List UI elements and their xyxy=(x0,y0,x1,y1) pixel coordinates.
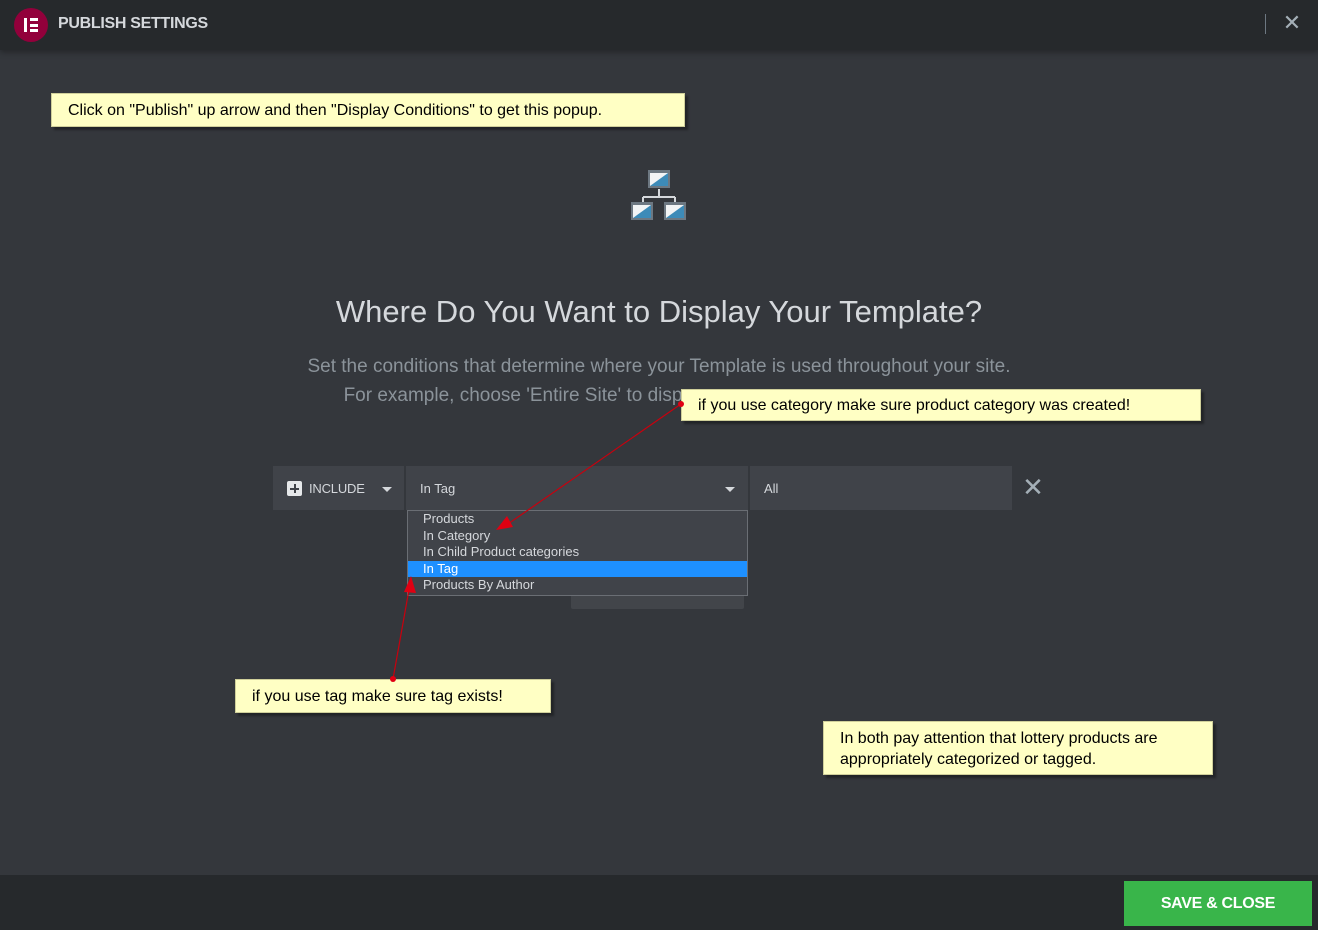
note-category: if you use category make sure product ca… xyxy=(681,389,1201,421)
dropdown-option-in-child-product-categories[interactable]: In Child Product categories xyxy=(408,544,747,561)
remove-condition-icon[interactable]: ✕ xyxy=(1022,474,1044,500)
plus-icon xyxy=(287,481,302,496)
condition-target-select[interactable]: All xyxy=(750,466,1012,510)
include-select[interactable]: INCLUDE xyxy=(273,466,404,510)
dropdown-option-products[interactable]: Products xyxy=(408,511,747,528)
note-category-text: if you use category make sure product ca… xyxy=(698,397,1131,414)
condition-type-dropdown[interactable]: Products In Category In Child Product ca… xyxy=(407,510,748,596)
header-bar: PUBLISH SETTINGS ✕ xyxy=(0,0,1318,50)
headline: Where Do You Want to Display Your Templa… xyxy=(335,294,983,329)
note-both: In both pay attention that lottery produ… xyxy=(823,721,1213,775)
condition-target-value: All xyxy=(764,481,779,496)
close-icon[interactable]: ✕ xyxy=(1282,12,1302,34)
save-close-button[interactable]: SAVE & CLOSE xyxy=(1124,881,1312,926)
include-label: INCLUDE xyxy=(309,481,365,496)
footer-bar: SAVE & CLOSE xyxy=(0,875,1318,930)
note-tag: if you use tag make sure tag exists! xyxy=(235,679,551,713)
page-title: PUBLISH SETTINGS xyxy=(58,15,208,32)
condition-type-select[interactable]: In Tag xyxy=(406,466,748,510)
sitemap-icon xyxy=(631,170,686,220)
dropdown-option-products-by-author[interactable]: Products By Author xyxy=(408,577,747,594)
add-condition-button[interactable] xyxy=(571,596,744,609)
description-line-2-text: For example, choose 'Entire Site' to dis… xyxy=(343,385,683,406)
note-both-text: In both pay attention that lottery produ… xyxy=(840,730,1158,768)
condition-type-value: In Tag xyxy=(420,481,456,496)
chevron-down-icon xyxy=(725,487,735,492)
description-line-1: Set the conditions that determine where … xyxy=(307,356,1011,377)
dropdown-option-in-category[interactable]: In Category xyxy=(408,528,747,545)
elementor-logo-icon xyxy=(14,8,48,42)
note-top: Click on "Publish" up arrow and then "Di… xyxy=(51,93,685,127)
note-tag-text: if you use tag make sure tag exists! xyxy=(252,688,503,705)
chevron-down-icon xyxy=(382,487,392,492)
note-top-text: Click on "Publish" up arrow and then "Di… xyxy=(68,102,603,119)
dropdown-option-in-tag[interactable]: In Tag xyxy=(408,560,747,577)
header-divider xyxy=(1265,14,1266,34)
